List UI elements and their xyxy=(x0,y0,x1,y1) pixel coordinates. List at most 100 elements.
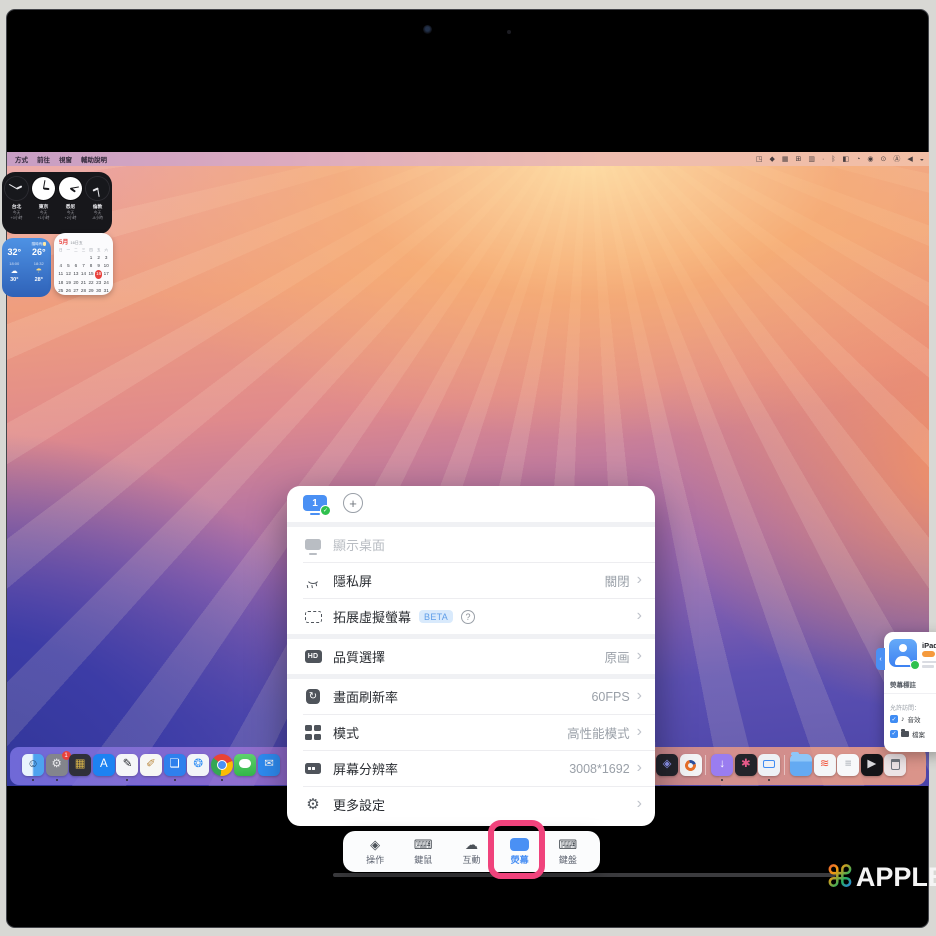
menu-item-4[interactable]: 畫面刷新率60FPS› xyxy=(287,679,655,714)
calendar-date xyxy=(72,254,80,262)
ring-logo-app-icon[interactable] xyxy=(680,754,702,776)
journal-icon[interactable]: ✎ xyxy=(116,754,138,776)
launchpad-icon[interactable]: ▦ xyxy=(69,754,91,776)
calendar-date: 22 xyxy=(87,279,95,287)
swift-playgrounds-icon[interactable]: ≋ xyxy=(814,754,836,776)
menu-item[interactable]: 方式 xyxy=(15,154,28,164)
display-1-button[interactable]: 1 ✓ xyxy=(303,495,327,511)
unknown-dark-app-icon[interactable]: ◈ xyxy=(656,754,678,776)
toolbar-button-keyboard[interactable]: ⌨鍵盤 xyxy=(546,837,590,866)
screen-mirroring-icon[interactable] xyxy=(758,754,780,776)
mac-menu-bar: 方式前往視窗輔助說明 ◳ ◆ ▦ ⊞ ▥ · ᛒ ◧ ◔ ◉ ⊙ Ⓐ ◀ ◒ xyxy=(7,152,929,166)
key-mouse-icon: ⌨ xyxy=(414,837,433,852)
clock-offset: +2小時 xyxy=(65,216,77,221)
menu-item-3[interactable]: 品質選擇原画› xyxy=(287,639,655,674)
annotation-label[interactable]: 熒幕標註 xyxy=(890,679,916,689)
add-display-button[interactable]: + xyxy=(343,493,363,513)
video-file-icon[interactable]: ▶ xyxy=(861,754,883,776)
calendar-widget[interactable]: 5月 16日五 日一二三四五六1234567891011121314151617… xyxy=(54,233,113,295)
running-indicator xyxy=(721,779,723,781)
split-view-icon[interactable]: ◧ xyxy=(843,156,850,163)
calendar-date: 27 xyxy=(72,287,80,295)
dock-divider xyxy=(784,755,785,775)
permission-option-mic[interactable]: ✓♪音效 xyxy=(890,714,925,724)
umbrella-icon: ☂ xyxy=(36,268,42,275)
weather-temp: 32° xyxy=(7,247,21,257)
calendar-date: 18 xyxy=(57,279,65,287)
weather-widget[interactable]: 32° 18:00 ☁ 30° 隨時有雨 26° 18:32 ☂ 28° xyxy=(2,238,51,297)
boards-icon[interactable]: ❏ xyxy=(164,754,186,776)
calendar-date: 24 xyxy=(102,279,110,287)
menu-item-7[interactable]: 更多設定› xyxy=(287,787,655,822)
chrome-icon[interactable] xyxy=(211,754,233,776)
toolbar-button-key-mouse[interactable]: ⌨鍵鼠 xyxy=(401,837,445,866)
finder-icon[interactable]: ☺ xyxy=(22,754,44,776)
folder-icon[interactable] xyxy=(790,754,812,776)
safari-icon[interactable]: ❂ xyxy=(187,754,209,776)
chevron-right-icon: › xyxy=(637,760,642,776)
drag-handle-line[interactable] xyxy=(333,873,836,877)
menu-bar-status-icons: ◳ ◆ ▦ ⊞ ▥ · ᛒ ◧ ◔ ◉ ⊙ Ⓐ ◀ ◒ xyxy=(756,152,924,166)
help-icon[interactable]: ? xyxy=(461,610,475,624)
video-player-icon[interactable]: ✱ xyxy=(735,754,757,776)
grid-app-icon[interactable]: ▦ xyxy=(782,156,789,163)
beta-badge: BETA xyxy=(419,610,453,623)
menu-item[interactable]: 輔助說明 xyxy=(81,154,107,164)
privacy-icon[interactable]: ◆ xyxy=(769,156,774,163)
toolbar-button-label: 操作 xyxy=(366,853,384,866)
checkbox[interactable]: ✓ xyxy=(890,715,898,723)
checkbox[interactable]: ✓ xyxy=(890,730,898,738)
menu-item[interactable]: 視窗 xyxy=(59,154,72,164)
device-side-panel[interactable]: iPad 熒幕標註 允許訪問： ✓♪音效✓檔案 xyxy=(884,632,936,752)
weather-time: 18:32 xyxy=(34,261,44,266)
calendar-date: 14 xyxy=(80,270,88,278)
permission-option-folder[interactable]: ✓檔案 xyxy=(890,729,925,739)
interact-icon: ☁ xyxy=(465,837,478,852)
do-not-disturb-icon[interactable]: ⊙ xyxy=(881,156,887,163)
calendar-grid: 日一二三四五六123456789101112131415161718192021… xyxy=(57,248,110,295)
volume-icon[interactable]: ◀ xyxy=(907,156,912,163)
running-indicator xyxy=(56,779,58,781)
clock-city: 倫敦 xyxy=(93,203,103,210)
calendar-date: 28 xyxy=(80,287,88,295)
record-icon[interactable]: ◉ xyxy=(867,156,873,163)
system-settings-icon[interactable]: ⚙1 xyxy=(46,754,68,776)
trash-icon[interactable] xyxy=(884,754,906,776)
highlight-box xyxy=(488,820,545,879)
time-machine-icon[interactable]: ◔ xyxy=(856,156,860,163)
separator-dot-icon[interactable]: · xyxy=(822,156,824,163)
calendar-date: 20 xyxy=(72,279,80,287)
display-icon[interactable]: ▥ xyxy=(808,156,815,163)
weather-temp: 26° xyxy=(32,247,46,257)
panel-collapse-tab[interactable]: ‹ xyxy=(876,648,885,670)
menu-item-2[interactable]: 拓展虛擬螢幕BETA?› xyxy=(287,599,655,634)
world-clock-2: 悉尼今天+2小時 xyxy=(58,177,83,234)
toolbar-button-interact[interactable]: ☁互動 xyxy=(449,837,493,866)
toolbar-button-layers[interactable]: ◈操作 xyxy=(353,837,397,866)
menu-item-1[interactable]: 隱私屏關閉› xyxy=(287,563,655,598)
preview-doc-icon[interactable]: ≡ xyxy=(837,754,859,776)
window-manager-icon[interactable]: ⊞ xyxy=(795,156,801,163)
mail-icon[interactable]: ✉ xyxy=(258,754,280,776)
app-store-icon[interactable]: A xyxy=(93,754,115,776)
messages-icon[interactable] xyxy=(234,754,256,776)
clock-face xyxy=(86,177,109,200)
downloads-icon[interactable]: ↓ xyxy=(711,754,733,776)
menu-item-6[interactable]: 屏幕分辨率3008*1692› xyxy=(287,751,655,786)
world-clock-widget[interactable]: 台北今天+0小時東京今天+1小時悉尼今天+2小時倫敦今天-8小時 xyxy=(2,172,112,234)
menu-item-value: 原画 xyxy=(605,647,630,666)
input-source-icon[interactable]: Ⓐ xyxy=(893,156,900,163)
menu-item[interactable]: 前往 xyxy=(37,154,50,164)
refresh-icon xyxy=(303,687,323,707)
menu-item-5[interactable]: 模式高性能模式› xyxy=(287,715,655,750)
menu-item-label: 隱私屏 xyxy=(333,571,372,590)
running-indicator xyxy=(126,779,128,781)
calendar-date: 23 xyxy=(95,279,103,287)
stage-manager-icon[interactable]: ◳ xyxy=(756,156,763,163)
clock-city: 悉尼 xyxy=(66,203,76,210)
battery-icon[interactable]: ◒ xyxy=(920,156,924,163)
chevron-right-icon: › xyxy=(637,688,642,704)
keyboard-icon: ⌨ xyxy=(558,837,577,852)
bluetooth-icon[interactable]: ᛒ xyxy=(831,156,835,163)
notes-icon[interactable]: ✐ xyxy=(140,754,162,776)
